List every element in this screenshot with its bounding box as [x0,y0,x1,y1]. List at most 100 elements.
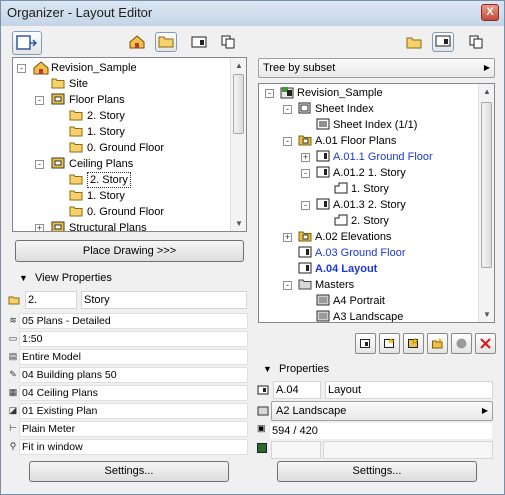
tree-item[interactable]: 1. Story [13,188,231,204]
tree-item-label: 2. Story [87,172,131,188]
view-map-button-right[interactable] [403,33,425,53]
delete-button[interactable] [475,333,496,354]
layout-settings-button[interactable]: Settings... [277,461,477,482]
tree-item[interactable]: 0. Ground Floor [13,204,231,220]
master-icon [316,310,330,322]
publisher-button-right[interactable] [465,33,487,53]
view-properties-header[interactable]: ▼ View Properties [11,269,247,287]
collapse-icon[interactable]: - [283,105,292,114]
layout-tree-item[interactable]: 1. Story [259,181,479,197]
view-property-row[interactable]: ≋ 05 Plans - Detailed [5,312,248,330]
view-property-row[interactable]: ◪ 01 Existing Plan [5,402,248,420]
properties-header[interactable]: ▼ Properties [255,360,497,378]
layout-name-field[interactable]: Layout [325,381,493,399]
layout-tree-item[interactable]: + A.01.1 Ground Floor [259,149,479,165]
view-property-value: 1:50 [19,331,248,347]
layout-tree-item-label: 2. Story [351,215,389,227]
collapse-icon[interactable]: - [35,96,44,105]
view-property-row[interactable]: ⚲ Fit in window [5,438,248,456]
scroll-up-arrow[interactable]: ▲ [231,58,246,73]
scroll-down-arrow[interactable]: ▼ [479,307,494,322]
layout-tree-item[interactable]: Sheet Index (1/1) [259,117,479,133]
project-map-button[interactable] [126,33,148,53]
chevron-right-icon: ▶ [483,63,490,72]
scroll-thumb[interactable] [481,102,492,268]
chevron-right-icon: ▶ [481,406,488,415]
layout-id-field[interactable]: A.04 [273,381,321,399]
layout-tree-item-label: 1. Story [351,183,389,195]
title-bar[interactable]: Organizer - Layout Editor X [1,1,504,26]
collapse-icon[interactable]: - [283,281,292,290]
view-property-value: 04 Building plans 50 [19,367,248,383]
layout-size-field: 594 / 420 [269,422,493,440]
layout-book-button[interactable] [188,33,210,53]
layout-tree-scrollbar[interactable]: ▲ ▼ [478,84,494,322]
scroll-up-arrow[interactable]: ▲ [479,84,494,99]
new-master-button[interactable] [403,333,424,354]
view-name-field[interactable]: Story [81,291,247,309]
collapse-triangle-icon: ▼ [19,273,28,283]
tree-item[interactable]: 2. Story [13,172,231,188]
close-button[interactable]: X [481,4,499,21]
scroll-thumb[interactable] [233,74,244,134]
layout-tree-item-label: A.03 Ground Floor [315,247,406,259]
tree-item[interactable]: 2. Story [13,108,231,124]
tree-item[interactable]: - Ceiling Plans [13,156,231,172]
view-property-row[interactable]: ▦ 04 Ceiling Plans [5,384,248,402]
layout-tree-item[interactable]: - Masters [259,277,479,293]
navigator-mode-button[interactable] [12,31,42,55]
expand-icon[interactable]: + [35,224,44,231]
update-button[interactable] [451,333,472,354]
tree-item[interactable]: - Revision_Sample [13,60,231,76]
view-property-row[interactable]: ✎ 04 Building plans 50 [5,366,248,384]
collapse-icon[interactable]: - [283,137,292,146]
layout-tree-item[interactable]: + A.02 Elevations [259,229,479,245]
tree-mode-select[interactable]: Tree by subset ▶ [258,58,495,78]
layout-tree-item[interactable]: - A.01 Floor Plans [259,133,479,149]
revision-name-field[interactable] [323,441,493,459]
collapse-icon[interactable]: - [301,201,310,210]
layout-tree-item[interactable]: - Revision_Sample [259,85,479,101]
scroll-down-arrow[interactable]: ▼ [231,216,246,231]
view-id-field[interactable]: 2. [25,291,77,309]
collapse-icon[interactable]: - [35,160,44,169]
tree-item[interactable]: Site [13,76,231,92]
view-map-tree[interactable]: - Revision_Sample Site - Floor Plans 2. Story… [12,57,247,232]
tree-item-label: 0. Ground Floor [87,142,165,154]
collapse-icon[interactable]: - [301,169,310,178]
layout-tree-item[interactable]: A.03 Ground Floor [259,245,479,261]
layout-book-tree[interactable]: - Revision_Sample - Sheet Index Sheet Index … [258,83,495,323]
layout-tree-item[interactable]: 2. Story [259,213,479,229]
new-folder-button[interactable] [427,333,448,354]
view-property-row[interactable]: ▭ 1:50 [5,330,248,348]
layout-tree-item[interactable]: A4 Portrait [259,293,479,309]
view-property-row[interactable]: ⊢ Plain Meter [5,420,248,438]
publisher-button[interactable] [217,33,239,53]
new-layout-button[interactable] [379,333,400,354]
collapse-icon[interactable]: - [265,89,274,98]
expand-icon[interactable]: + [301,153,310,162]
layout-book-button-right[interactable] [432,32,454,52]
collapse-icon[interactable]: - [17,64,26,73]
layout-icon [257,385,269,395]
layout-tree-item[interactable]: A3 Landscape [259,309,479,322]
tree-item[interactable]: - Floor Plans [13,92,231,108]
layout-tree-item[interactable]: A.04 Layout [259,261,479,277]
tree-item[interactable]: 1. Story [13,124,231,140]
view-settings-button[interactable]: Settings... [29,461,229,482]
tree-item[interactable]: 0. Ground Floor [13,140,231,156]
layout-tree-item[interactable]: - Sheet Index [259,101,479,117]
expand-icon[interactable]: + [283,233,292,242]
view-map-button[interactable] [155,32,177,52]
master-select[interactable]: A2 Landscape ▶ [271,401,493,421]
left-pane: - Revision_Sample Site - Floor Plans 2. Story… [5,29,251,491]
view-property-row[interactable]: ▤ Entire Model [5,348,248,366]
layout-tree-item[interactable]: - A.01.2 1. Story [259,165,479,181]
tree-item[interactable]: + Structural Plans [13,220,231,231]
revision-id-field[interactable] [271,441,321,459]
new-subset-button[interactable] [355,333,376,354]
tree-scrollbar[interactable]: ▲ ▼ [230,58,246,231]
layout-tree-item[interactable]: - A.01.3 2. Story [259,197,479,213]
layout-tree-item-label: A.01.1 Ground Floor [333,151,433,163]
place-drawing-button[interactable]: Place Drawing >>> [15,240,244,262]
